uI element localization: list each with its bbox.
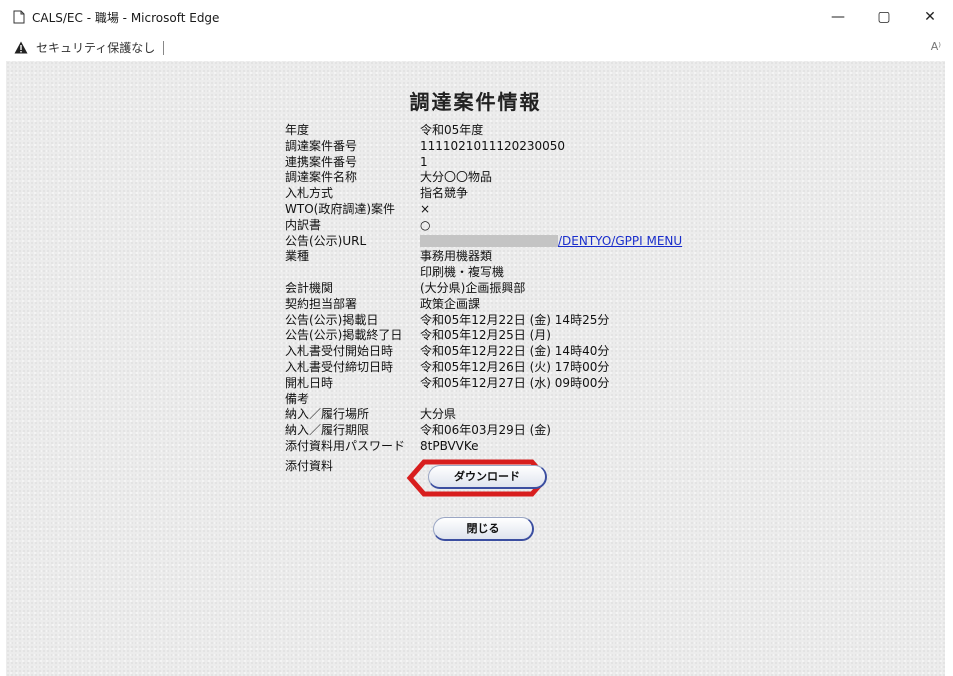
row-value: ○ xyxy=(420,217,431,232)
notice-url-link[interactable]: /DENTYO/GPPI MENU xyxy=(558,234,682,248)
row-label: WTO(政府調達)案件 xyxy=(285,201,396,216)
info-row-notice-end-date: 公告(公示)掲載終了日 令和05年12月25日 (月) xyxy=(285,328,682,344)
info-row-bid-method: 入札方式 指名競争 xyxy=(285,186,682,202)
row-value: 指名競争 xyxy=(420,186,469,201)
row-label: 入札書受付締切日時 xyxy=(285,359,394,374)
window-titlebar: CALS/EC - 職場 - Microsoft Edge — ▢ ✕ xyxy=(0,0,953,34)
info-row-attachment-password: 添付資料用パスワード 8tPBVVKe xyxy=(285,439,682,455)
window-title: CALS/EC - 職場 - Microsoft Edge xyxy=(32,10,220,25)
address-separator xyxy=(163,40,165,55)
row-value: 8tPBVVKe xyxy=(420,438,479,453)
info-row-bid-deadline: 入札書受付締切日時 令和05年12月26日 (火) 17時00分 xyxy=(285,360,682,376)
row-label: 年度 xyxy=(285,123,310,137)
row-label: 公告(公示)URL xyxy=(285,233,367,248)
row-label: 公告(公示)掲載日 xyxy=(285,312,379,327)
info-row-industry: 業種 事務用機器類 xyxy=(285,249,682,265)
row-label: 入札書受付開始日時 xyxy=(285,344,394,359)
redacted-url-part xyxy=(420,235,558,248)
row-label: 業種 xyxy=(285,249,310,264)
minimize-button[interactable]: — xyxy=(815,0,861,34)
row-value: 政策企画課 xyxy=(420,296,481,311)
download-button[interactable]: ダウンロード xyxy=(428,465,547,489)
info-row-bid-start: 入札書受付開始日時 令和05年12月22日 (金) 14時40分 xyxy=(285,344,682,360)
close-button[interactable]: 閉じる xyxy=(433,517,534,541)
row-value: 1111021011120230050 xyxy=(420,138,566,153)
row-label: 納入／履行場所 xyxy=(285,407,370,422)
row-value: 印刷機・複写機 xyxy=(420,265,505,280)
row-value: 事務用機器類 xyxy=(420,249,493,264)
info-row-wto: WTO(政府調達)案件 × xyxy=(285,202,682,218)
row-label: 契約担当部署 xyxy=(285,296,358,311)
warning-icon xyxy=(14,41,28,54)
row-value: 令和05年12月26日 (火) 17時00分 xyxy=(420,359,610,374)
row-value: 令和05年12月25日 (月) xyxy=(420,328,551,343)
page-icon xyxy=(13,10,25,24)
info-row-breakdown: 内訳書 ○ xyxy=(285,218,682,234)
address-bar[interactable]: セキュリティ保護なし A⁾ xyxy=(0,34,953,61)
download-highlight: ダウンロード xyxy=(406,458,547,498)
info-row-delivery-place: 納入／履行場所 大分県 xyxy=(285,407,682,423)
row-label: 連携案件番号 xyxy=(285,154,358,169)
row-label: 備考 xyxy=(285,391,310,406)
info-row-department: 契約担当部署 政策企画課 xyxy=(285,297,682,313)
row-value: × xyxy=(420,201,431,216)
row-label: 内訳書 xyxy=(285,217,322,232)
info-row-procurement-name: 調達案件名称 大分〇〇物品 xyxy=(285,170,682,186)
info-row-procurement-number: 調達案件番号 1111021011120230050 xyxy=(285,139,682,155)
security-status[interactable]: セキュリティ保護なし xyxy=(36,39,155,56)
attachment-label: 添付資料 xyxy=(285,458,334,473)
page-content: 調達案件情報 年度 令和05年度 調達案件番号 1111021011120230… xyxy=(6,61,945,676)
row-value: 1 xyxy=(420,154,428,169)
row-label: 調達案件名称 xyxy=(285,170,358,185)
row-label: 入札方式 xyxy=(285,186,334,201)
row-value: 令和05年12月22日 (金) 14時40分 xyxy=(420,344,610,359)
row-value: 令和05年12月27日 (水) 09時00分 xyxy=(420,375,610,390)
info-row-notice-url: 公告(公示)URL /DENTYO/GPPI MENU xyxy=(285,234,682,250)
row-label: 会計機関 xyxy=(285,280,334,295)
info-row-opening-date: 開札日時 令和05年12月27日 (水) 09時00分 xyxy=(285,376,682,392)
row-label: 公告(公示)掲載終了日 xyxy=(285,328,403,343)
close-window-button[interactable]: ✕ xyxy=(907,0,953,34)
read-aloud-icon[interactable]: A⁾ xyxy=(931,40,941,53)
row-value: 令和06年03月29日 (金) xyxy=(420,423,551,438)
row-value: 大分県 xyxy=(420,407,457,422)
info-row-delivery-deadline: 納入／履行期限 令和06年03月29日 (金) xyxy=(285,423,682,439)
info-row-linked-number: 連携案件番号 1 xyxy=(285,155,682,171)
row-label: 開札日時 xyxy=(285,375,334,390)
info-row-fiscal-year: 年度 令和05年度 xyxy=(285,123,682,139)
info-table: 年度 令和05年度 調達案件番号 1111021011120230050 連携案… xyxy=(285,123,682,475)
maximize-button[interactable]: ▢ xyxy=(861,0,907,34)
info-row-remarks: 備考 xyxy=(285,392,682,408)
row-label: 添付資料用パスワード xyxy=(285,438,406,453)
row-label xyxy=(285,265,420,281)
row-value: /DENTYO/GPPI MENU xyxy=(420,234,682,250)
info-row-notice-date: 公告(公示)掲載日 令和05年12月22日 (金) 14時25分 xyxy=(285,313,682,329)
row-value: 大分〇〇物品 xyxy=(420,170,493,185)
row-value: (大分県)企画振興部 xyxy=(420,280,526,295)
info-row-industry-sub: 印刷機・複写機 xyxy=(285,265,682,281)
row-label: 納入／履行期限 xyxy=(285,423,370,438)
window-controls: — ▢ ✕ xyxy=(815,0,953,34)
info-row-accounting-agency: 会計機関 (大分県)企画振興部 xyxy=(285,281,682,297)
row-value: 令和05年度 xyxy=(420,123,484,137)
row-label: 調達案件番号 xyxy=(285,138,358,153)
page-title: 調達案件情報 xyxy=(409,90,542,114)
row-value: 令和05年12月22日 (金) 14時25分 xyxy=(420,312,610,327)
